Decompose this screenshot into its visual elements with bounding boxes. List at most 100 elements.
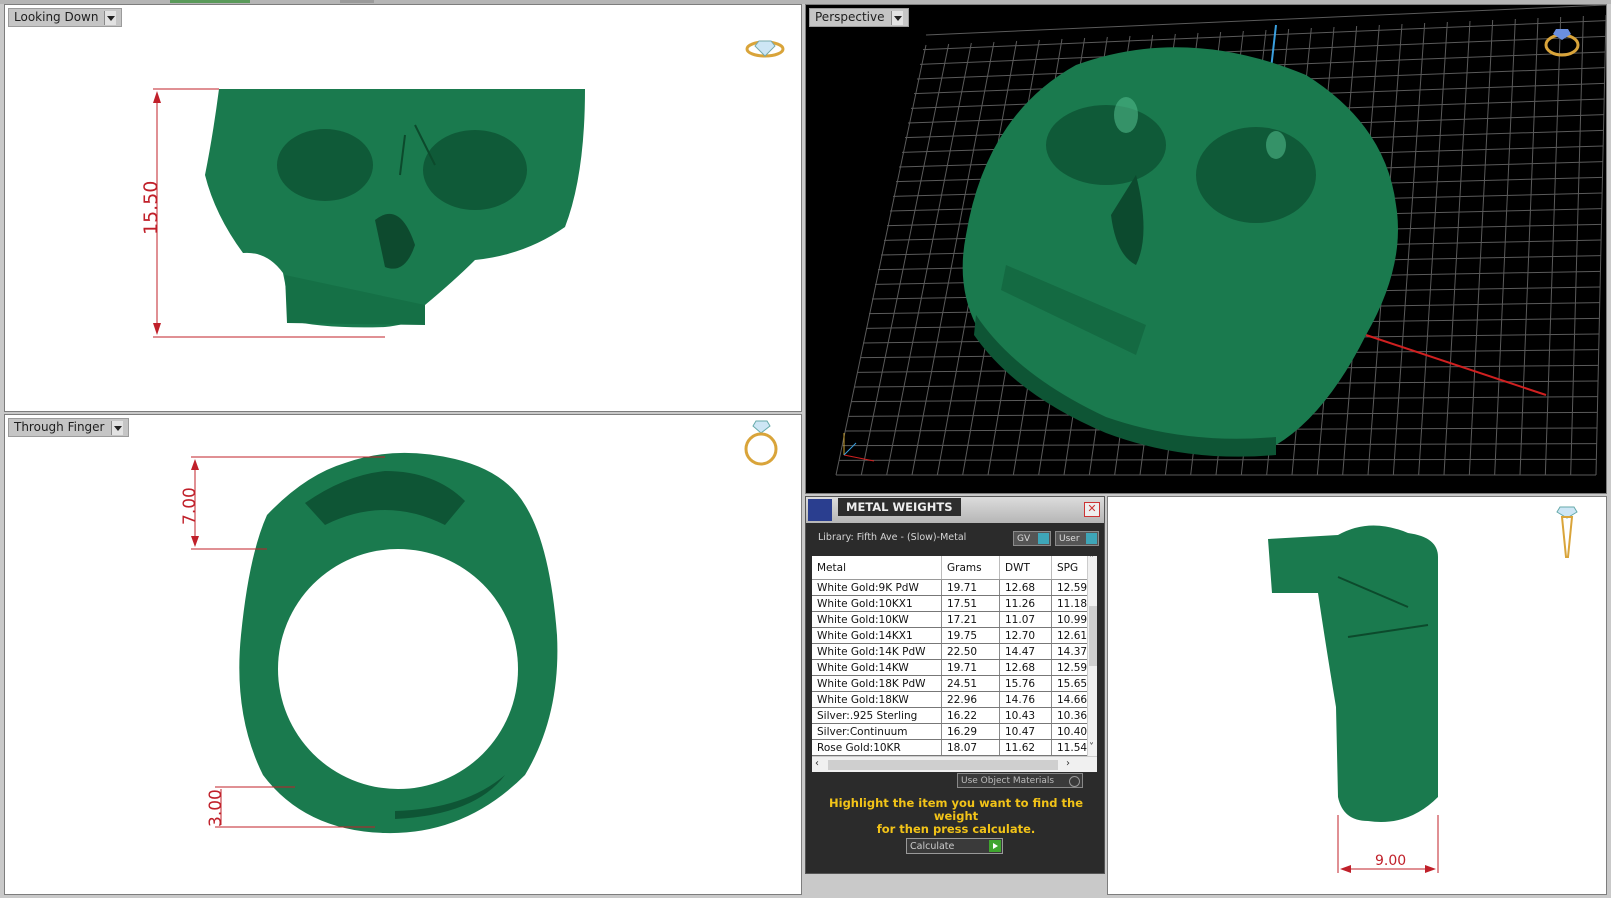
table-row[interactable]: White Gold:14KW 19.71 12.68 12.59 (812, 659, 1094, 676)
table-row[interactable]: White Gold:9K PdW 19.71 12.68 12.59 (812, 579, 1094, 596)
table-cell-dwt: 11.26 (999, 595, 1052, 612)
table-cell-dwt: 12.68 (999, 659, 1052, 676)
scrollbar-thumb[interactable] (828, 760, 1058, 770)
table-row[interactable]: Silver:.925 Sterling 16.22 10.43 10.36 (812, 707, 1094, 724)
instruction-text: Highlight the item you want to find the … (816, 797, 1096, 836)
app-logo-icon (808, 499, 832, 521)
dimension-label: 9.00 (1375, 853, 1406, 869)
chevron-down-icon[interactable] (890, 10, 903, 25)
viewport-title: Perspective (815, 10, 885, 24)
toggle-indicator-icon (1086, 533, 1097, 544)
table-cell-grams: 22.50 (941, 643, 1000, 660)
ring-view-icon[interactable] (1556, 506, 1578, 558)
gv-toggle[interactable]: GV (1013, 531, 1051, 546)
table-row[interactable]: Silver:Continuum 16.29 10.47 10.40 (812, 723, 1094, 740)
close-icon[interactable]: ✕ (1084, 502, 1100, 517)
table-cell-grams: 18.07 (941, 739, 1000, 756)
panel-title: METAL WEIGHTS (838, 498, 961, 516)
table-cell-dwt: 12.68 (999, 579, 1052, 596)
table-cell-dwt: 11.62 (999, 739, 1052, 756)
table-row[interactable]: Rose Gold:10KR 18.07 11.62 11.54 (812, 739, 1094, 756)
skull-ring-side-view: 9.00 (1268, 506, 1578, 873)
viewport-side[interactable]: 9.00 (1107, 496, 1607, 895)
chevron-right-icon[interactable]: › (1066, 758, 1070, 769)
table-row[interactable]: White Gold:10KW 17.21 11.07 10.99 (812, 611, 1094, 628)
viewport-label[interactable]: Through Finger (8, 418, 129, 437)
horizontal-scrollbar[interactable]: ‹ › (812, 756, 1097, 772)
chevron-up-icon[interactable]: ˄ (1089, 556, 1094, 565)
skull-ring-front-view: 7.00 3.00 (180, 420, 778, 834)
table-cell-metal: White Gold:14KX1 (812, 627, 942, 644)
user-toggle[interactable]: User (1055, 531, 1099, 546)
table-cell-metal: White Gold:9K PdW (812, 579, 942, 596)
metal-weights-panel: METAL WEIGHTS ✕ Library: Fifth Ave - (Sl… (805, 496, 1105, 874)
viewport-label[interactable]: Looking Down (8, 8, 123, 27)
viewport-title: Looking Down (14, 10, 99, 24)
chevron-down-icon[interactable] (110, 420, 123, 435)
dimension-label: 7.00 (180, 487, 200, 525)
chevron-down-icon[interactable]: ˅ (1089, 742, 1094, 753)
viewport-perspective[interactable]: Perspective (805, 4, 1607, 494)
table-cell-grams: 17.21 (941, 611, 1000, 628)
table-cell-dwt: 14.47 (999, 643, 1052, 660)
viewport-title: Through Finger (14, 420, 105, 434)
table-row[interactable]: White Gold:18K PdW 24.51 15.76 15.65 (812, 675, 1094, 692)
column-header-metal[interactable]: Metal (812, 556, 942, 580)
active-tab-indicator[interactable] (170, 0, 250, 3)
table-cell-grams: 22.96 (941, 691, 1000, 708)
table-cell-grams: 24.51 (941, 675, 1000, 692)
table-cell-metal: White Gold:10KX1 (812, 595, 942, 612)
table-cell-metal: Silver:.925 Sterling (812, 707, 942, 724)
viewport-looking-down[interactable]: Looking Down 15.50 (4, 4, 802, 412)
gv-toggle-label: GV (1017, 534, 1031, 544)
scrollbar-thumb[interactable] (1089, 606, 1097, 666)
ring-view-icon[interactable] (745, 40, 785, 58)
chevron-left-icon[interactable]: ‹ (815, 758, 819, 769)
column-header-dwt[interactable]: DWT (999, 556, 1052, 580)
table-cell-grams: 16.22 (941, 707, 1000, 724)
tab-indicator[interactable] (340, 0, 374, 3)
ring-view-icon[interactable] (744, 420, 778, 466)
table-row[interactable]: White Gold:18KW 22.96 14.76 14.66 (812, 691, 1094, 708)
table-cell-metal: White Gold:10KW (812, 611, 942, 628)
metal-table[interactable]: Metal Grams DWT SPG White Gold:9K PdW 19.… (812, 556, 1097, 772)
user-toggle-label: User (1059, 534, 1080, 544)
calculate-label: Calculate (910, 841, 955, 852)
instruction-line: for then press calculate. (876, 822, 1036, 836)
table-cell-metal: Silver:Continuum (812, 723, 942, 740)
ring-view-icon[interactable] (1544, 29, 1580, 57)
skull-ring-perspective-view (835, 5, 1606, 476)
dimension-label: 15.50 (140, 181, 162, 235)
use-object-materials-toggle[interactable]: Use Object Materials (957, 773, 1083, 788)
table-cell-dwt: 11.07 (999, 611, 1052, 628)
toggle-indicator-icon (1038, 533, 1049, 544)
vertical-scrollbar[interactable]: ˄ ˅ (1087, 556, 1097, 756)
table-cell-metal: Rose Gold:10KR (812, 739, 942, 756)
table-cell-grams: 19.71 (941, 579, 1000, 596)
radio-icon (1069, 776, 1080, 787)
column-header-grams[interactable]: Grams (941, 556, 1000, 580)
table-row[interactable]: White Gold:14K PdW 22.50 14.47 14.37 (812, 643, 1094, 660)
skull-ring-top-view: 15.50 (140, 40, 785, 338)
table-row[interactable]: White Gold:14KX1 19.75 12.70 12.61 (812, 627, 1094, 644)
viewport-through-finger[interactable]: Through Finger 7.00 3.00 (4, 414, 802, 895)
table-row[interactable]: White Gold:10KX1 17.51 11.26 11.18 (812, 595, 1094, 612)
table-cell-grams: 16.29 (941, 723, 1000, 740)
calculate-button[interactable]: Calculate (906, 838, 1003, 854)
table-cell-dwt: 10.47 (999, 723, 1052, 740)
table-cell-metal: White Gold:18K PdW (812, 675, 942, 692)
use-object-materials-label: Use Object Materials (961, 776, 1055, 786)
table-cell-metal: White Gold:14K PdW (812, 643, 942, 660)
play-icon (989, 840, 1001, 852)
table-cell-metal: White Gold:14KW (812, 659, 942, 676)
chevron-down-icon[interactable] (104, 10, 117, 25)
table-cell-dwt: 12.70 (999, 627, 1052, 644)
table-cell-grams: 19.71 (941, 659, 1000, 676)
dimension-label: 3.00 (206, 789, 226, 827)
instruction-line: Highlight the item you want to find the … (829, 796, 1083, 823)
table-cell-grams: 17.51 (941, 595, 1000, 612)
library-label: Library: Fifth Ave - (Slow)-Metal (818, 532, 967, 543)
table-cell-dwt: 15.76 (999, 675, 1052, 692)
viewport-label[interactable]: Perspective (809, 8, 909, 27)
table-cell-dwt: 10.43 (999, 707, 1052, 724)
